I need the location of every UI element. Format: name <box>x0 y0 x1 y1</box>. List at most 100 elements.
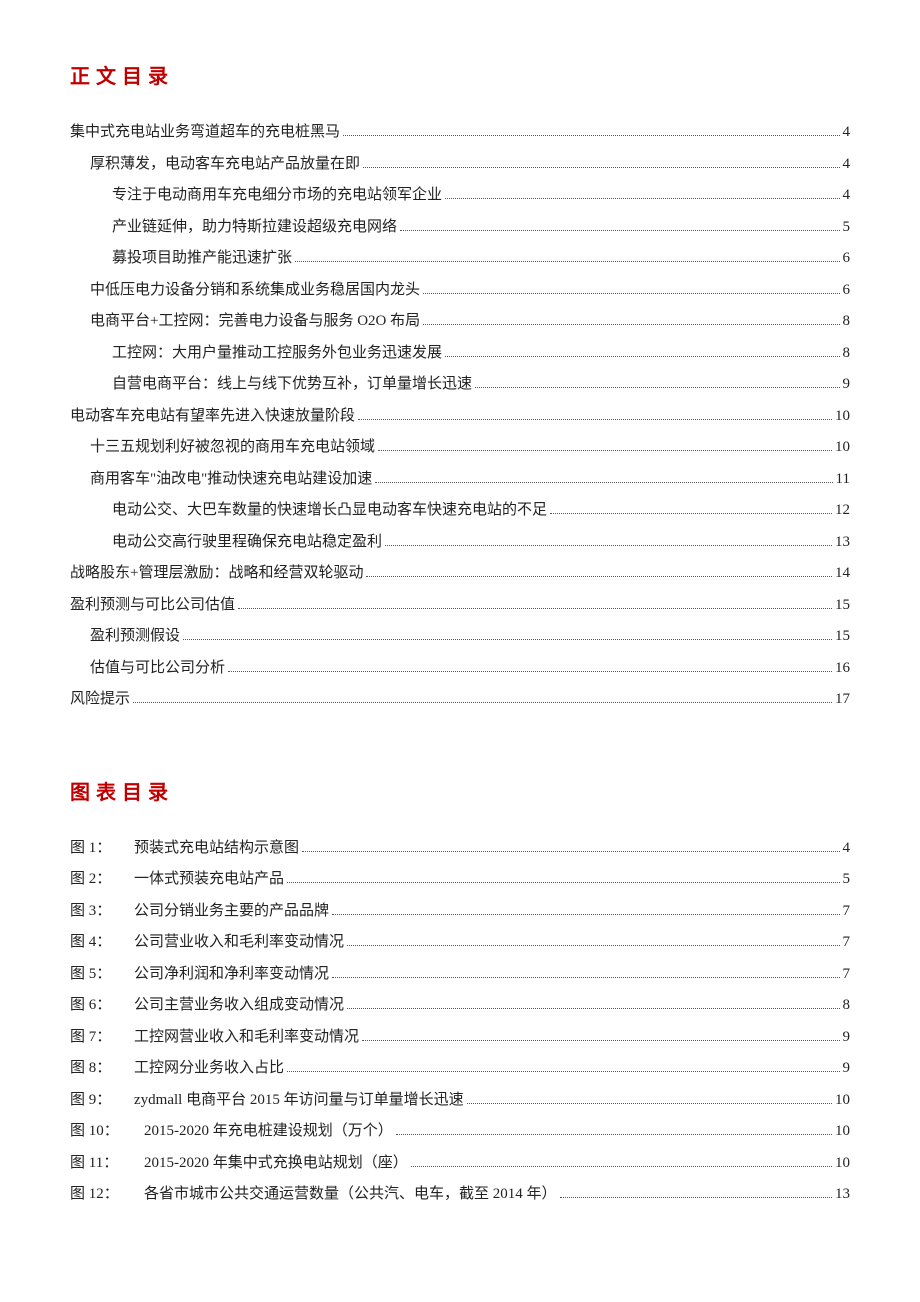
toc-entry-page: 4 <box>843 117 851 149</box>
figure-entry-label: 一体式预装充电站产品 <box>134 864 284 896</box>
toc-entry[interactable]: 风险提示17 <box>70 684 850 716</box>
figure-leader-dots <box>287 1059 839 1073</box>
toc-entry[interactable]: 募投项目助推产能迅速扩张 6 <box>70 243 850 275</box>
figure-entry[interactable]: 图 4：公司营业收入和毛利率变动情况7 <box>70 927 850 959</box>
figure-entry[interactable]: 图 9：zydmall 电商平台 2015 年访问量与订单量增长迅速 10 <box>70 1085 850 1117</box>
toc-entry[interactable]: 电商平台+工控网：完善电力设备与服务 O2O 布局 8 <box>70 306 850 338</box>
toc-entry-label: 电动公交、大巴车数量的快速增长凸显电动客车快速充电站的不足 <box>112 495 547 527</box>
toc-entry-page: 8 <box>843 306 851 338</box>
toc-entry[interactable]: 战略股东+管理层激励：战略和经营双轮驱动14 <box>70 558 850 590</box>
toc-entry-page: 14 <box>835 558 850 590</box>
toc-entry-page: 8 <box>843 338 851 370</box>
figure-entry[interactable]: 图 7：工控网营业收入和毛利率变动情况9 <box>70 1022 850 1054</box>
toc-leader-dots <box>363 154 839 168</box>
figure-entry[interactable]: 图 12：各省市城市公共交通运营数量（公共汽、电车，截至 2014 年）13 <box>70 1179 850 1211</box>
figure-entry-page: 10 <box>835 1148 850 1180</box>
toc-entry-label: 商用客车"油改电"推动快速充电站建设加速 <box>90 464 372 496</box>
toc-leader-dots <box>358 406 832 420</box>
figure-entry-page: 9 <box>843 1053 851 1085</box>
figure-entry[interactable]: 图 2：一体式预装充电站产品5 <box>70 864 850 896</box>
figure-entry-prefix: 图 6： <box>70 990 134 1022</box>
figure-entry-label: 2015-2020 年集中式充换电站规划（座） <box>144 1148 408 1180</box>
figure-entry-page: 8 <box>843 990 851 1022</box>
toc-entry-label: 募投项目助推产能迅速扩张 <box>112 243 292 275</box>
figure-entry-prefix: 图 12： <box>70 1179 144 1211</box>
figure-entry-prefix: 图 9： <box>70 1085 134 1117</box>
figure-entry-page: 10 <box>835 1116 850 1148</box>
toc-leader-dots <box>445 186 839 200</box>
toc-entry-label: 工控网：大用户量推动工控服务外包业务迅速发展 <box>112 338 442 370</box>
toc-entry-page: 9 <box>843 369 851 401</box>
figure-leader-dots <box>347 996 839 1010</box>
toc-entry-label: 盈利预测与可比公司估值 <box>70 590 235 622</box>
toc-entry-label: 专注于电动商用车充电细分市场的充电站领军企业 <box>112 180 442 212</box>
toc-entry-page: 4 <box>843 149 851 181</box>
figure-entry-label: 工控网分业务收入占比 <box>134 1053 284 1085</box>
figure-entry[interactable]: 图 8：工控网分业务收入占比9 <box>70 1053 850 1085</box>
figure-entry-page: 13 <box>835 1179 850 1211</box>
toc-leader-dots <box>445 343 839 357</box>
toc-entry-label: 电商平台+工控网：完善电力设备与服务 O2O 布局 <box>90 306 420 338</box>
figure-entry[interactable]: 图 3：公司分销业务主要的产品品牌7 <box>70 896 850 928</box>
figure-entry[interactable]: 图 6：公司主营业务收入组成变动情况 8 <box>70 990 850 1022</box>
toc-leader-dots <box>366 564 832 578</box>
toc-leader-dots <box>423 312 839 326</box>
toc-entry-page: 15 <box>835 590 850 622</box>
toc-entry-page: 6 <box>843 275 851 307</box>
figures-list: 图 1：预装式充电站结构示意图4图 2：一体式预装充电站产品5图 3：公司分销业… <box>70 833 850 1211</box>
toc-entry[interactable]: 估值与可比公司分析 16 <box>70 653 850 685</box>
toc-entry-label: 自营电商平台：线上与线下优势互补，订单量增长迅速 <box>112 369 472 401</box>
toc-entry-page: 6 <box>843 243 851 275</box>
figure-entry[interactable]: 图 10：2015-2020 年充电桩建设规划（万个）10 <box>70 1116 850 1148</box>
toc-leader-dots <box>378 438 832 452</box>
toc-entry[interactable]: 十三五规划利好被忽视的商用车充电站领域10 <box>70 432 850 464</box>
toc-entry-label: 风险提示 <box>70 684 130 716</box>
toc-entry-label: 电动客车充电站有望率先进入快速放量阶段 <box>70 401 355 433</box>
figure-entry-prefix: 图 11： <box>70 1148 144 1180</box>
figure-entry-label: 工控网营业收入和毛利率变动情况 <box>134 1022 359 1054</box>
figure-entry-label: 公司净利润和净利率变动情况 <box>134 959 329 991</box>
figure-leader-dots <box>396 1122 832 1136</box>
figure-entry-page: 10 <box>835 1085 850 1117</box>
toc-heading: 正文目录 <box>70 60 850 89</box>
toc-entry[interactable]: 厚积薄发，电动客车充电站产品放量在即4 <box>70 149 850 181</box>
figure-leader-dots <box>302 838 839 852</box>
toc-entry[interactable]: 工控网：大用户量推动工控服务外包业务迅速发展 8 <box>70 338 850 370</box>
figure-entry[interactable]: 图 1：预装式充电站结构示意图4 <box>70 833 850 865</box>
toc-entry[interactable]: 电动公交高行驶里程确保充电站稳定盈利13 <box>70 527 850 559</box>
figure-entry-page: 9 <box>843 1022 851 1054</box>
toc-entry-page: 15 <box>835 621 850 653</box>
toc-entry[interactable]: 盈利预测假设15 <box>70 621 850 653</box>
toc-leader-dots <box>238 595 832 609</box>
figure-entry[interactable]: 图 5：公司净利润和净利率变动情况7 <box>70 959 850 991</box>
toc-entry[interactable]: 电动客车充电站有望率先进入快速放量阶段 10 <box>70 401 850 433</box>
toc-leader-dots <box>228 658 832 672</box>
toc-leader-dots <box>550 501 832 515</box>
figure-entry-prefix: 图 3： <box>70 896 134 928</box>
toc-entry-page: 10 <box>835 432 850 464</box>
toc-entry-label: 估值与可比公司分析 <box>90 653 225 685</box>
figure-entry[interactable]: 图 11：2015-2020 年集中式充换电站规划（座） 10 <box>70 1148 850 1180</box>
toc-entry[interactable]: 产业链延伸，助力特斯拉建设超级充电网络5 <box>70 212 850 244</box>
figures-heading: 图表目录 <box>70 776 850 805</box>
toc-entry[interactable]: 专注于电动商用车充电细分市场的充电站领军企业4 <box>70 180 850 212</box>
toc-leader-dots <box>133 690 832 704</box>
figure-entry-prefix: 图 10： <box>70 1116 144 1148</box>
toc-entry[interactable]: 电动公交、大巴车数量的快速增长凸显电动客车快速充电站的不足12 <box>70 495 850 527</box>
toc-entry-page: 10 <box>835 401 850 433</box>
figure-entry-page: 7 <box>843 927 851 959</box>
toc-leader-dots <box>295 249 839 263</box>
toc-entry[interactable]: 盈利预测与可比公司估值 15 <box>70 590 850 622</box>
figure-leader-dots <box>560 1185 832 1199</box>
toc-entry[interactable]: 中低压电力设备分销和系统集成业务稳居国内龙头 6 <box>70 275 850 307</box>
toc-entry[interactable]: 自营电商平台：线上与线下优势互补，订单量增长迅速 9 <box>70 369 850 401</box>
toc-entry-label: 中低压电力设备分销和系统集成业务稳居国内龙头 <box>90 275 420 307</box>
figure-entry-page: 7 <box>843 896 851 928</box>
toc-entry-page: 16 <box>835 653 850 685</box>
figure-entry-label: 公司主营业务收入组成变动情况 <box>134 990 344 1022</box>
figure-entry-label: zydmall 电商平台 2015 年访问量与订单量增长迅速 <box>134 1085 464 1117</box>
toc-entry[interactable]: 集中式充电站业务弯道超车的充电桩黑马4 <box>70 117 850 149</box>
toc-entry[interactable]: 商用客车"油改电"推动快速充电站建设加速 11 <box>70 464 850 496</box>
figure-leader-dots <box>467 1090 832 1104</box>
toc-entry-page: 11 <box>836 464 850 496</box>
